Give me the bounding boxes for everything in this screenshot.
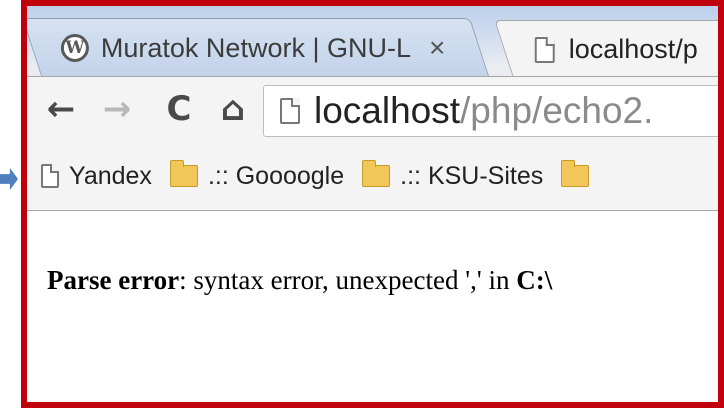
bookmark-label: .:: KSU-Sites (400, 161, 544, 190)
browser-chrome: W Muratok Network | GNU-L × localhost/p … (27, 6, 718, 211)
url-path: /php/echo2. (460, 90, 654, 131)
bookmark-folder-ksu-sites[interactable]: .:: KSU-Sites (362, 160, 544, 191)
error-label: Parse error (47, 265, 180, 295)
page-content: Parse error: syntax error, unexpected ',… (27, 211, 718, 402)
tab-localhost[interactable]: localhost/p (494, 20, 718, 78)
tab-title: localhost/p (568, 34, 698, 64)
toolbar: ← → C ⌂ localhost /php/echo2. (27, 76, 718, 143)
reload-button[interactable]: C (159, 87, 199, 131)
bookmark-label: .:: Goooogle (207, 161, 345, 190)
reload-icon: C (166, 89, 192, 129)
page-icon (534, 36, 555, 63)
pointer-arrow-icon (0, 168, 18, 190)
home-button[interactable]: ⌂ (213, 87, 253, 131)
error-text: : syntax error, unexpected ',' in (179, 265, 517, 295)
tab-title: Muratok Network | GNU-L (100, 32, 411, 62)
arrow-right-icon: → (102, 89, 132, 129)
close-icon[interactable]: × (429, 32, 445, 64)
bookmark-folder-more[interactable] (561, 160, 599, 187)
folder-icon (561, 160, 590, 187)
bookmark-yandex[interactable]: Yandex (41, 162, 152, 191)
bookmark-folder-goooogle[interactable]: .:: Goooogle (169, 160, 345, 191)
page-icon (280, 98, 300, 124)
folder-icon (169, 160, 198, 187)
tab-muratok-network[interactable]: W Muratok Network | GNU-L × (27, 18, 489, 76)
bookmarks-bar: Yandex .:: Goooogle .:: KSU-Sites (27, 142, 718, 210)
folder-icon (362, 160, 391, 187)
arrow-left-icon: ← (46, 89, 76, 129)
forward-button[interactable]: → (97, 87, 137, 131)
address-bar[interactable]: localhost /php/echo2. (263, 85, 718, 137)
error-path: C:\ (516, 265, 553, 295)
url-host: localhost (314, 90, 461, 131)
bookmark-label: Yandex (69, 161, 152, 190)
back-button[interactable]: ← (41, 87, 81, 131)
home-icon: ⌂ (220, 89, 246, 129)
parse-error-message: Parse error: syntax error, unexpected ',… (47, 265, 552, 296)
highlight-frame: W Muratok Network | GNU-L × localhost/p … (21, 0, 724, 408)
page-icon (41, 164, 59, 188)
wordpress-icon: W (60, 33, 89, 62)
